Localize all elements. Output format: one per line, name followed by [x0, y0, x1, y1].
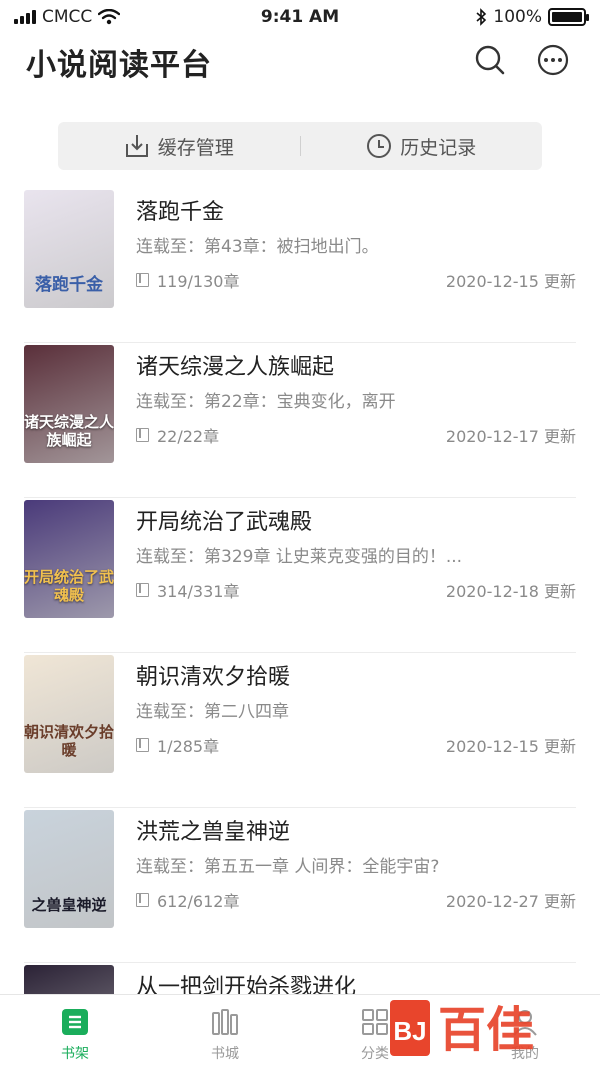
bookstore-icon [212, 1009, 238, 1035]
book-latest-chapter: 连载至：第22章：宝典变化，离开 [136, 392, 396, 412]
cover-title: 开局统治了武魂殿 [24, 568, 114, 604]
book-progress: 1/285章 [136, 733, 219, 757]
bookshelf-content: 缓存管理 历史记录 落跑千金 落跑千金 连载至：第43章：被扫地出门。 119/… [0, 104, 600, 994]
book-cover: 开局统治了武魂殿 [24, 500, 114, 618]
bookshelf-icon [62, 1009, 88, 1035]
watermark-logo: BJ 百佳 [390, 1000, 534, 1058]
book-update-date: 2020-12-18 更新 [445, 582, 576, 601]
book-update-date: 2020-12-15 更新 [445, 737, 576, 756]
book-item[interactable]: 之兽皇神逆 洪荒之兽皇神逆 连载至：第五五一章 人间界：全能宇宙? 612/61… [24, 808, 576, 963]
book-latest-chapter: 连载至：第329章 让史莱克变强的目的！... [136, 547, 463, 567]
more-button[interactable] [535, 42, 571, 78]
cover-title: 之兽皇神逆 [31, 896, 107, 914]
status-right: 100% [475, 7, 589, 27]
page-title: 小说阅读平台 [26, 48, 212, 83]
cover-title: 落跑千金 [35, 275, 103, 295]
book-cover: 落跑千金 [24, 190, 114, 308]
book-latest-chapter: 连载至：第二八四章 [136, 702, 289, 722]
book-item[interactable]: 朝识清欢夕拾暖 朝识清欢夕拾暖 连载至：第二八四章 1/285章 2020-12… [24, 653, 576, 808]
book-item[interactable]: 开局统治了武魂殿 开局统治了武魂殿 连载至：第329章 让史莱克变强的目的！..… [24, 498, 576, 653]
search-button[interactable] [472, 42, 508, 78]
book-update-date: 2020-12-17 更新 [445, 427, 576, 446]
book-progress: 612/612章 [136, 888, 239, 912]
tab-label: 书架 [61, 1046, 89, 1062]
bookmark-icon [136, 893, 149, 907]
book-progress-text: 612/612章 [157, 892, 240, 911]
book-title: 从一把剑开始杀戮进化 [136, 975, 357, 994]
battery-percent: 100% [493, 7, 542, 27]
book-list: 落跑千金 落跑千金 连载至：第43章：被扫地出门。 119/130章 2020-… [24, 188, 576, 994]
book-cover: 诸天综漫之人族崛起 [24, 345, 114, 463]
book-title: 开局统治了武魂殿 [136, 510, 313, 535]
bookmark-icon [136, 428, 149, 442]
tab-label: 书城 [211, 1046, 239, 1062]
book-title: 洪荒之兽皇神逆 [136, 820, 291, 845]
book-progress-text: 22/22章 [157, 427, 220, 446]
status-bar: CMCC 9:41 AM 100% [0, 0, 600, 34]
book-title: 朝识清欢夕拾暖 [136, 665, 291, 690]
shelf-toolbar: 缓存管理 历史记录 [58, 122, 542, 170]
history-button[interactable]: 历史记录 [301, 122, 543, 170]
book-progress-text: 1/285章 [157, 737, 220, 756]
book-progress-text: 119/130章 [157, 272, 240, 291]
book-update-date: 2020-12-15 更新 [445, 272, 576, 291]
bookmark-icon [136, 738, 149, 752]
book-latest-chapter: 连载至：第43章：被扫地出门。 [136, 237, 379, 257]
book-update-date: 2020-12-27 更新 [445, 892, 576, 911]
tab-label: 分类 [361, 1046, 389, 1062]
clock-icon [367, 134, 392, 158]
book-progress-text: 314/331章 [157, 582, 240, 601]
book-title: 落跑千金 [136, 200, 225, 225]
battery-fill [552, 12, 582, 22]
cover-title: 朝识清欢夕拾暖 [24, 723, 114, 759]
download-icon [125, 135, 148, 157]
cover-title: 诸天综漫之人族崛起 [24, 413, 114, 449]
watermark-text: 百佳 [438, 1002, 534, 1058]
tab-bookstore[interactable]: 书城 [150, 995, 300, 1067]
cache-manage-button[interactable]: 缓存管理 [58, 122, 300, 170]
book-progress: 119/130章 [136, 268, 239, 292]
cache-manage-label: 缓存管理 [157, 136, 234, 159]
book-cover: 朝识清欢夕拾暖 [24, 655, 114, 773]
bluetooth-icon [476, 8, 487, 26]
book-cover [24, 965, 114, 994]
book-progress: 314/331章 [136, 578, 239, 602]
book-item[interactable]: 诸天综漫之人族崛起 诸天综漫之人族崛起 连载至：第22章：宝典变化，离开 22/… [24, 343, 576, 498]
book-title: 诸天综漫之人族崛起 [136, 355, 335, 380]
bookmark-icon [136, 273, 149, 287]
book-item[interactable]: 落跑千金 落跑千金 连载至：第43章：被扫地出门。 119/130章 2020-… [24, 188, 576, 343]
history-label: 历史记录 [400, 136, 477, 159]
bookmark-icon [136, 583, 149, 597]
header: 小说阅读平台 [0, 34, 600, 104]
battery-icon [548, 8, 589, 26]
book-progress: 22/22章 [136, 423, 219, 447]
search-icon [475, 45, 505, 75]
watermark-logo-letters: BJ [393, 1016, 426, 1046]
tab-bookshelf[interactable]: 书架 [0, 995, 150, 1067]
book-latest-chapter: 连载至：第五五一章 人间界：全能宇宙? [136, 857, 440, 877]
book-cover: 之兽皇神逆 [24, 810, 114, 928]
more-icon [537, 44, 569, 76]
book-item[interactable]: 从一把剑开始杀戮进化 [24, 963, 576, 994]
